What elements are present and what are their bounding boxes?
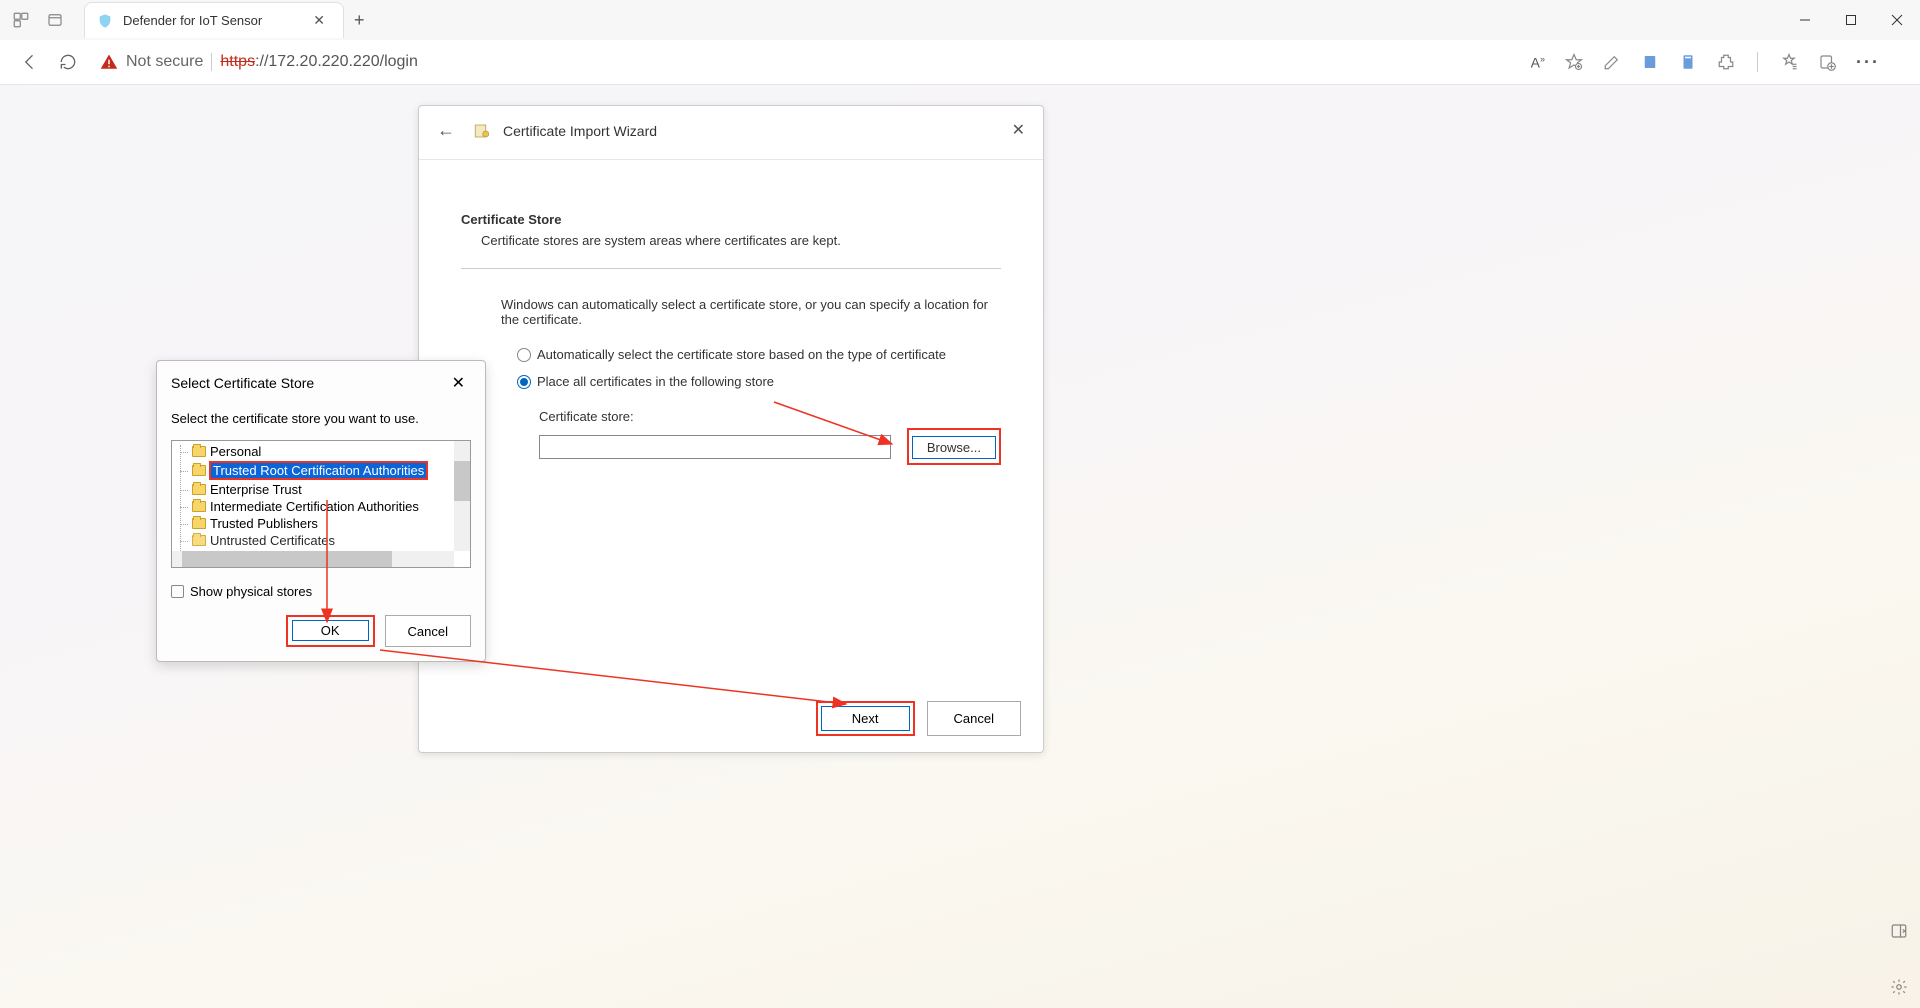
folder-icon <box>192 465 206 476</box>
show-physical-stores-row[interactable]: Show physical stores <box>157 572 485 605</box>
ok-button[interactable]: OK <box>292 620 369 641</box>
sidebar-toggle-icon[interactable] <box>1890 922 1908 940</box>
reading-list-icon[interactable] <box>1679 53 1697 71</box>
browse-button[interactable]: Browse... <box>912 436 996 459</box>
folder-icon <box>192 535 206 546</box>
tree-item-personal[interactable]: Personal <box>172 443 470 460</box>
select-dialog-desc: Select the certificate store you want to… <box>157 405 485 436</box>
folder-icon <box>192 446 206 457</box>
tree-item-intermediate[interactable]: Intermediate Certification Authorities <box>172 498 470 515</box>
wizard-divider <box>461 268 1001 269</box>
radio-place-all[interactable]: Place all certificates in the following … <box>517 374 1001 389</box>
maximize-button[interactable] <box>1828 0 1874 40</box>
tree-item-trusted-root[interactable]: Trusted Root Certification Authorities <box>172 460 470 481</box>
annotation-highlight: Next <box>816 701 915 736</box>
side-panel-icons <box>1890 922 1908 996</box>
tab-title: Defender for IoT Sensor <box>123 13 297 28</box>
window-close-button[interactable] <box>1874 0 1920 40</box>
read-aloud-icon[interactable]: A» <box>1531 54 1545 71</box>
add-page-icon[interactable] <box>1818 53 1836 71</box>
folder-icon <box>192 484 206 495</box>
settings-icon[interactable] <box>1890 978 1908 996</box>
select-cancel-button[interactable]: Cancel <box>385 615 471 647</box>
certificate-store-row: Browse... <box>461 428 1001 465</box>
alert-icon <box>100 53 118 71</box>
cancel-button[interactable]: Cancel <box>927 701 1021 736</box>
certificate-store-tree[interactable]: Personal Trusted Root Certification Auth… <box>171 440 471 568</box>
show-physical-label: Show physical stores <box>190 584 312 599</box>
favorites-list-icon[interactable] <box>1780 53 1798 71</box>
url-protocol: https <box>220 53 255 70</box>
folder-icon <box>192 518 206 529</box>
new-tab-button[interactable]: + <box>344 10 375 31</box>
radio-label: Place all certificates in the following … <box>537 374 774 389</box>
folder-icon <box>192 501 206 512</box>
browser-chrome: Defender for IoT Sensor ✕ + Not secure h… <box>0 0 1920 85</box>
radio-label: Automatically select the certificate sto… <box>537 347 946 362</box>
not-secure-label: Not secure <box>126 53 212 71</box>
favorite-icon[interactable] <box>1565 53 1583 71</box>
address-bar: Not secure https://172.20.220.220/login … <box>0 40 1920 84</box>
tab-overview-icon[interactable] <box>46 11 64 29</box>
shield-icon <box>97 13 113 29</box>
tree-item-publishers[interactable]: Trusted Publishers <box>172 515 470 532</box>
window-controls <box>1782 0 1920 40</box>
divider <box>1757 52 1758 72</box>
select-dialog-header: Select Certificate Store ✕ <box>157 361 485 405</box>
workspaces-icon[interactable] <box>12 11 30 29</box>
radio-icon <box>517 348 531 362</box>
select-dialog-footer: OK Cancel <box>157 605 485 661</box>
certificate-store-input[interactable] <box>539 435 891 459</box>
url-path: ://172.20.220.220/login <box>255 53 418 70</box>
title-bar: Defender for IoT Sensor ✕ + <box>0 0 1920 40</box>
radio-auto-select[interactable]: Automatically select the certificate sto… <box>517 347 1001 362</box>
certificate-store-label: Certificate store: <box>461 409 1001 424</box>
wizard-close-button[interactable]: ✕ <box>1004 116 1033 144</box>
back-button[interactable] <box>20 52 40 72</box>
refresh-button[interactable] <box>58 52 78 72</box>
annotation-highlight: Trusted Root Certification Authorities <box>209 461 428 480</box>
extensions-icon[interactable] <box>1717 53 1735 71</box>
minimize-button[interactable] <box>1782 0 1828 40</box>
radio-icon <box>517 375 531 389</box>
browser-tab[interactable]: Defender for IoT Sensor ✕ <box>84 2 344 38</box>
next-button[interactable]: Next <box>821 706 910 731</box>
toolbar-right: A» ··· <box>1531 52 1910 73</box>
wizard-title: Certificate Import Wizard <box>503 123 657 139</box>
checkbox-icon[interactable] <box>171 585 184 598</box>
radio-group: Automatically select the certificate sto… <box>461 347 1001 389</box>
annotation-highlight: Browse... <box>907 428 1001 465</box>
edit-icon[interactable] <box>1603 53 1621 71</box>
select-dialog-close-button[interactable]: ✕ <box>446 371 471 395</box>
section-title: Certificate Store <box>461 212 1001 227</box>
collections-icon[interactable] <box>1641 53 1659 71</box>
wizard-paragraph: Windows can automatically select a certi… <box>461 297 1001 327</box>
tab-close-button[interactable]: ✕ <box>307 10 331 31</box>
wizard-body: Certificate Store Certificate stores are… <box>419 160 1043 685</box>
certificate-import-wizard: ← Certificate Import Wizard ✕ Certificat… <box>418 105 1044 753</box>
tree-item-untrusted[interactable]: Untrusted Certificates <box>172 532 470 549</box>
scrollbar-horizontal[interactable] <box>172 551 454 567</box>
url-area[interactable]: Not secure https://172.20.220.220/login <box>100 53 418 71</box>
wizard-header: ← Certificate Import Wizard ✕ <box>419 106 1043 159</box>
section-desc: Certificate stores are system areas wher… <box>461 233 1001 248</box>
tree-item-enterprise[interactable]: Enterprise Trust <box>172 481 470 498</box>
wizard-back-button[interactable]: ← <box>431 116 461 145</box>
select-certificate-store-dialog: Select Certificate Store ✕ Select the ce… <box>156 360 486 662</box>
wizard-footer: Next Cancel <box>419 685 1043 752</box>
certificate-icon <box>473 122 491 140</box>
annotation-highlight: OK <box>286 615 375 647</box>
scrollbar-vertical[interactable] <box>454 441 470 551</box>
more-button[interactable]: ··· <box>1856 52 1880 73</box>
select-dialog-title: Select Certificate Store <box>171 375 314 391</box>
